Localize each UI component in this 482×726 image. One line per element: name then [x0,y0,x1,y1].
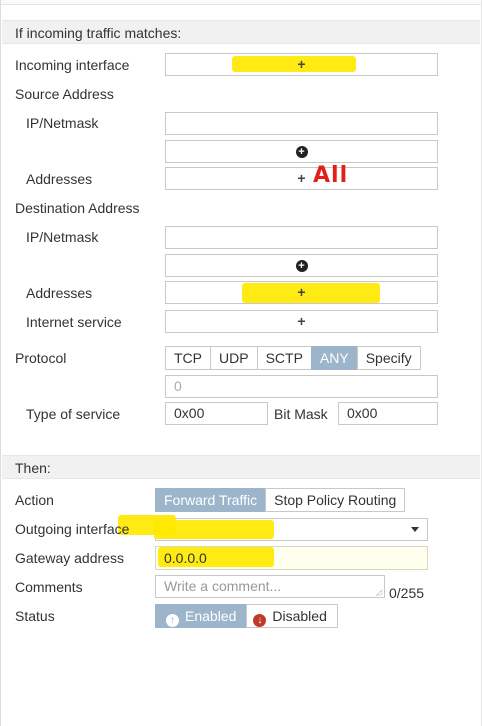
source-ip-add-row[interactable]: + [165,140,438,163]
status-enabled-button[interactable]: ↑ Enabled [155,604,248,628]
comments-label: Comments [15,579,83,595]
status-disabled-label: Disabled [272,608,327,624]
status-segmented-control: ↑ Enabled ↓ Disabled [155,604,338,628]
outgoing-interface-label: Outgoing interface [15,521,130,537]
arrow-down-circle-icon: ↓ [253,614,267,627]
comments-textarea[interactable]: Write a comment... [155,575,385,598]
then-section-heading: Then: [2,455,480,479]
destination-ip-netmask-input[interactable] [165,226,438,249]
incoming-interface-label: Incoming interface [15,57,130,73]
protocol-tcp-button[interactable]: TCP [165,346,211,370]
protocol-sctp-button[interactable]: SCTP [256,346,312,370]
destination-ip-add-row[interactable]: + [165,254,438,277]
source-ip-netmask-label: IP/Netmask [26,115,99,131]
status-disabled-button[interactable]: ↓ Disabled [246,604,338,628]
outgoing-interface-select[interactable] [154,518,428,541]
destination-addresses-label: Addresses [26,285,93,301]
destination-addresses-field[interactable]: + [165,281,438,304]
incoming-interface-field[interactable]: + [165,53,438,76]
policy-route-form: If incoming traffic matches: Incoming in… [0,0,482,726]
type-of-service-input[interactable]: 0x00 [165,402,268,425]
comment-char-counter: 0/255 [389,585,425,601]
status-label: Status [15,608,55,624]
stop-policy-routing-button[interactable]: Stop Policy Routing [265,488,406,512]
source-address-heading: Source Address [15,86,114,102]
add-icon[interactable]: + [166,168,437,189]
add-icon[interactable]: + [166,311,437,332]
arrow-up-circle-icon: ↑ [166,614,179,627]
protocol-udp-button[interactable]: UDP [210,346,258,370]
protocol-any-button[interactable]: ANY [310,346,358,370]
left-border [0,0,1,726]
protocol-label: Protocol [15,350,67,366]
internet-service-field[interactable]: + [165,310,438,333]
action-segmented-control: Forward Traffic Stop Policy Routing [155,488,406,512]
resize-grip-icon[interactable] [376,589,383,596]
gateway-address-value: 0.0.0.0 [164,550,207,566]
add-icon[interactable]: + [166,54,437,75]
internet-service-label: Internet service [26,314,122,330]
plus-circle-icon[interactable]: + [295,145,308,158]
handwritten-annotation: All [313,163,349,188]
bit-mask-label: Bit Mask [274,406,328,422]
source-ip-netmask-input[interactable] [165,112,438,135]
action-label: Action [15,492,54,508]
bit-mask-input[interactable]: 0x00 [338,402,438,425]
protocol-number-input[interactable]: 0 [165,375,438,398]
match-section-heading: If incoming traffic matches: [2,20,480,44]
protocol-specify-button[interactable]: Specify [356,346,421,370]
comments-placeholder: Write a comment... [164,578,282,594]
status-enabled-label: Enabled [185,608,237,624]
add-icon[interactable]: + [166,282,437,303]
top-edge [0,0,482,5]
forward-traffic-button[interactable]: Forward Traffic [155,488,267,512]
source-addresses-field[interactable]: + [165,167,438,190]
chevron-down-icon [411,527,419,532]
source-addresses-label: Addresses [26,171,93,187]
type-of-service-label: Type of service [26,406,121,422]
gateway-address-label: Gateway address [15,550,124,566]
protocol-button-group: TCP UDP SCTP ANY Specify [165,346,421,370]
plus-circle-icon[interactable]: + [295,259,308,272]
destination-address-heading: Destination Address [15,200,140,216]
gateway-address-input[interactable]: 0.0.0.0 [155,546,428,570]
destination-ip-netmask-label: IP/Netmask [26,229,99,245]
